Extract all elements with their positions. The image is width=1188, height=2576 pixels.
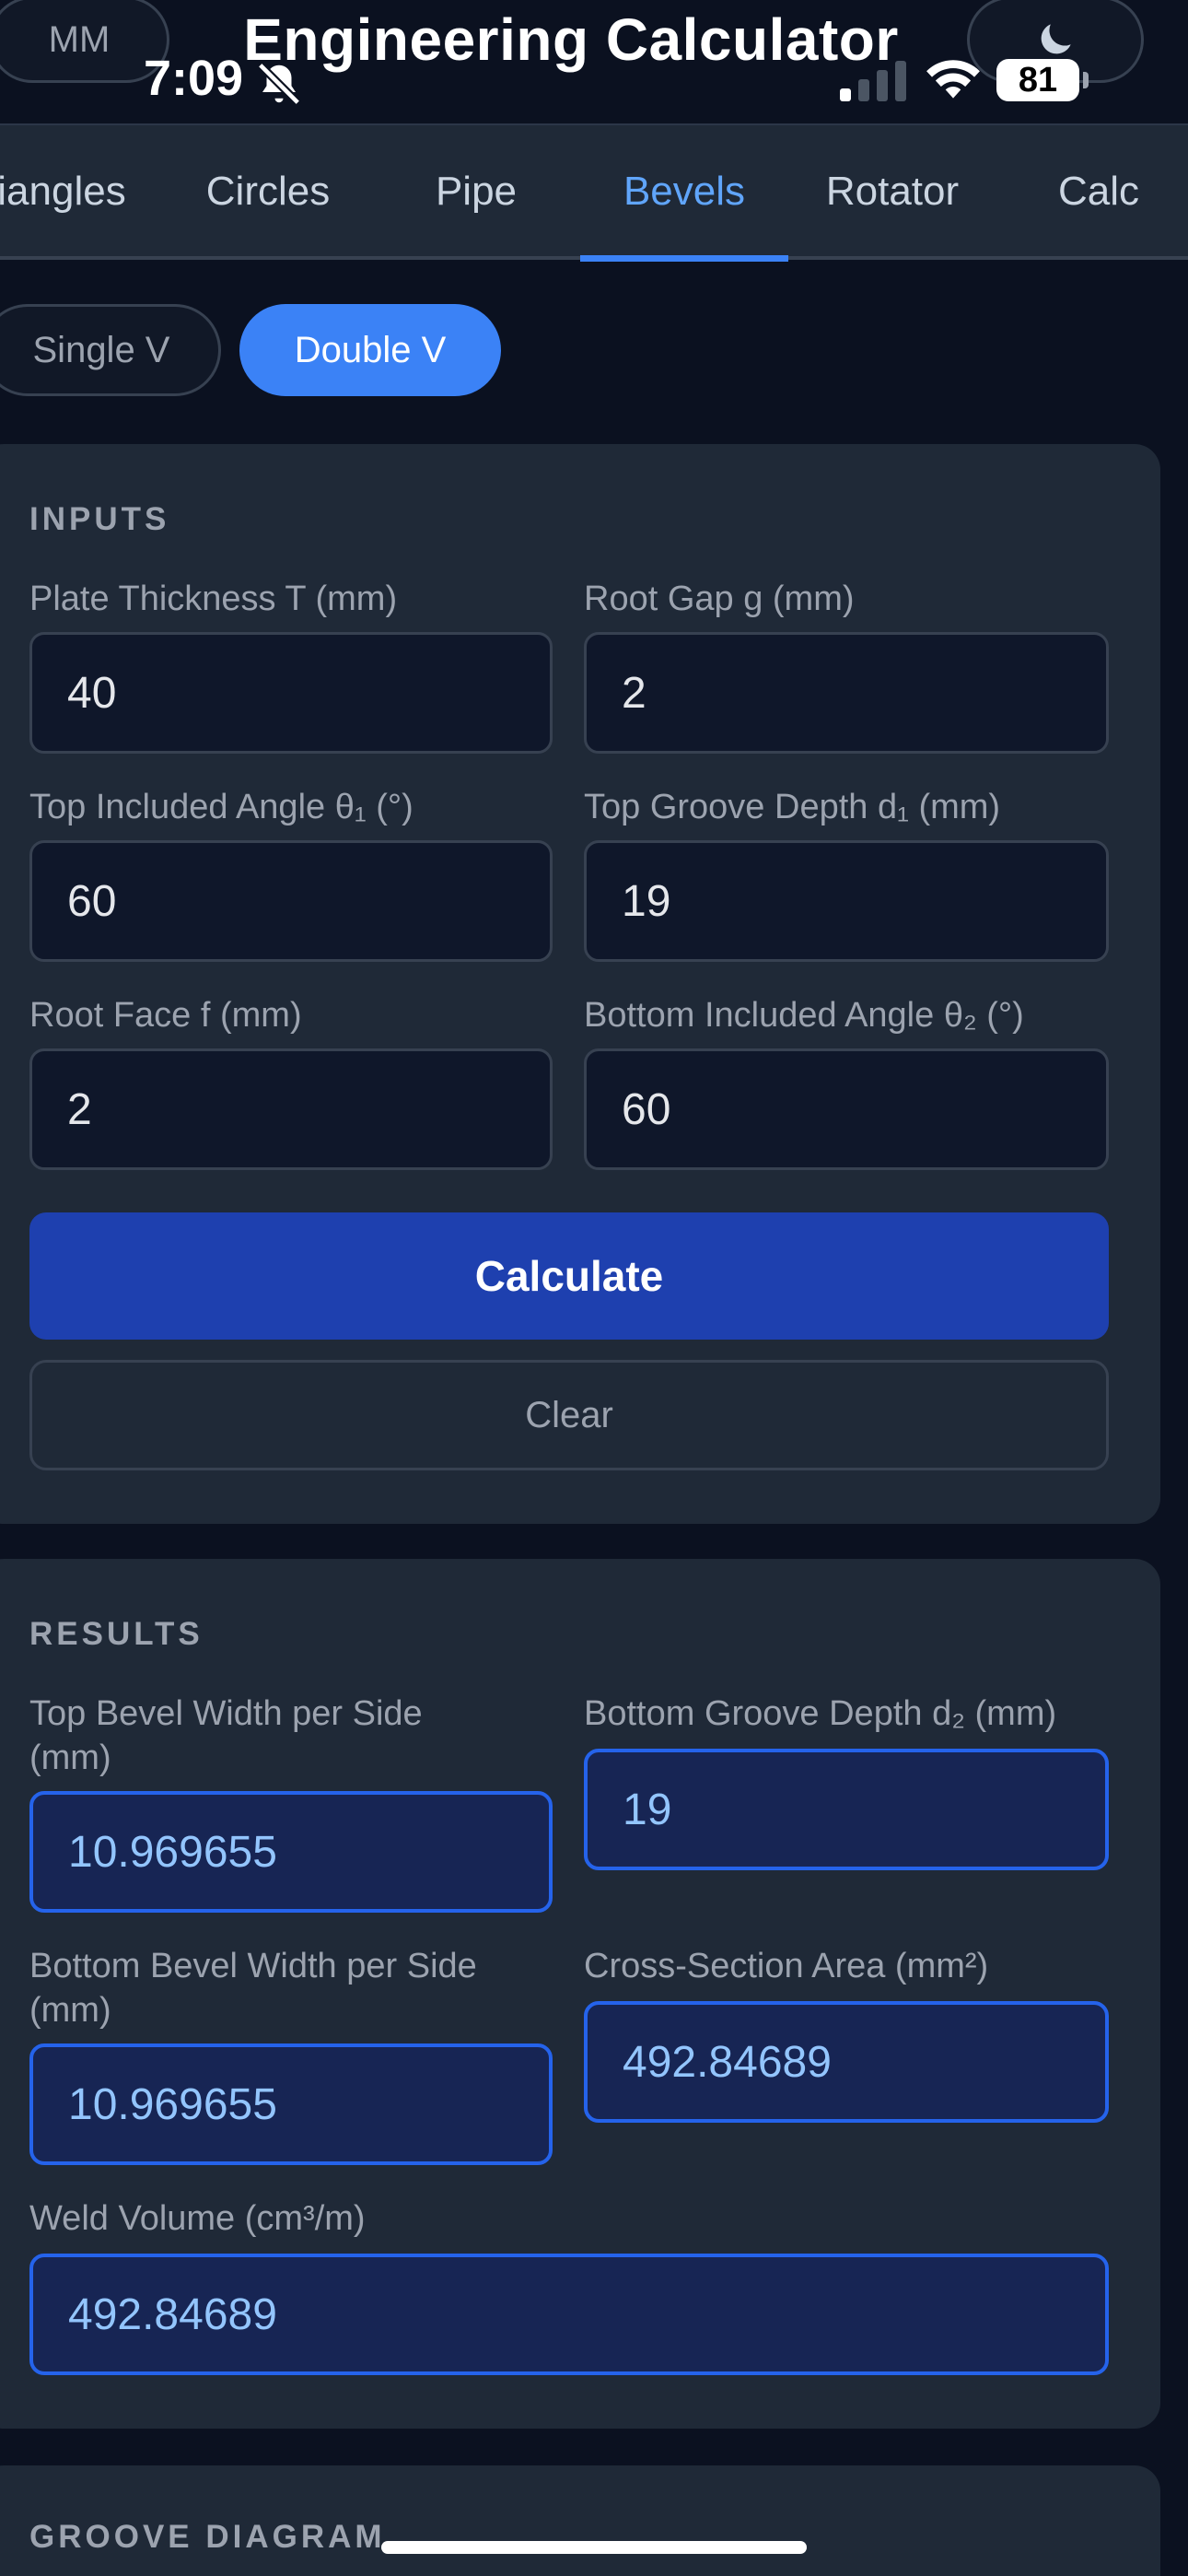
battery-indicator: 81 (996, 59, 1079, 101)
top-bevel-width-label-line1: Top Bevel Width per Side (29, 1694, 423, 1733)
tab-rotator[interactable]: Rotator (788, 125, 996, 258)
top-angle-input[interactable]: 60 (29, 840, 553, 962)
battery-nub (1083, 72, 1089, 88)
bell-muted-icon (257, 62, 301, 106)
bottom-bevel-width-label-line1: Bottom Bevel Width per Side (29, 1947, 477, 1985)
calculate-button[interactable]: Calculate (29, 1212, 1109, 1340)
root-face-label: Root Face f (mm) (29, 996, 302, 1035)
root-face-input[interactable]: 2 (29, 1048, 553, 1170)
cellular-signal-icon (840, 61, 906, 101)
bottom-angle-label: Bottom Included Angle θ₂ (°) (584, 996, 1024, 1035)
bottom-depth-label: Bottom Groove Depth d₂ (mm) (584, 1694, 1057, 1733)
top-depth-input[interactable]: 19 (584, 840, 1109, 962)
bottom-depth-output: 19 (584, 1749, 1109, 1870)
bottom-angle-input[interactable]: 60 (584, 1048, 1109, 1170)
inputs-card: INPUTS Plate Thickness T (mm) 40 Root Ga… (0, 444, 1160, 1524)
tab-pipe[interactable]: Pipe (372, 125, 580, 258)
moon-icon (1041, 24, 1071, 54)
cross-section-area-output: 492.84689 (584, 2001, 1109, 2123)
weld-volume-label: Weld Volume (cm³/m) (29, 2199, 366, 2238)
tab-circles[interactable]: Circles (164, 125, 372, 258)
root-gap-input[interactable]: 2 (584, 632, 1109, 754)
bottom-bevel-width-output: 10.969655 (29, 2043, 553, 2165)
bottom-bevel-width-label: Bottom Bevel Width per Side (mm) (29, 1944, 477, 2032)
status-time: 7:09 (144, 51, 244, 106)
root-gap-label: Root Gap g (mm) (584, 580, 855, 618)
double-v-button[interactable]: Double V (239, 304, 501, 396)
inputs-section-title: INPUTS (29, 501, 170, 537)
top-bevel-width-label-line2: (mm) (29, 1739, 111, 1777)
weld-volume-output: 492.84689 (29, 2254, 1109, 2375)
tab-bevels[interactable]: Bevels (580, 125, 788, 262)
calculator-tabs: iangles Circles Pipe Bevels Rotator Calc (0, 123, 1188, 262)
top-depth-label: Top Groove Depth d₁ (mm) (584, 788, 1001, 826)
wifi-icon (926, 60, 980, 99)
top-bevel-width-label: Top Bevel Width per Side (mm) (29, 1692, 423, 1780)
top-bevel-width-output: 10.969655 (29, 1791, 553, 1913)
plate-thickness-input[interactable]: 40 (29, 632, 553, 754)
groove-diagram-card: GROOVE DIAGRAM (0, 2465, 1160, 2576)
results-card: RESULTS Top Bevel Width per Side (mm) 10… (0, 1559, 1160, 2429)
app-screen: MM Engineering Calculator 7:09 81 iangle… (0, 0, 1188, 2576)
app-header: MM Engineering Calculator 7:09 81 (0, 0, 1188, 123)
top-angle-label: Top Included Angle θ₁ (°) (29, 788, 413, 826)
single-v-button[interactable]: Single V (0, 304, 221, 396)
tab-calc[interactable]: Calc (995, 125, 1188, 258)
results-section-title: RESULTS (29, 1616, 204, 1652)
plate-thickness-label: Plate Thickness T (mm) (29, 580, 398, 618)
cross-section-area-label: Cross-Section Area (mm²) (584, 1947, 989, 1985)
tab-triangles[interactable]: iangles (0, 125, 166, 258)
bottom-bevel-width-label-line2: (mm) (29, 1991, 111, 2030)
clear-button[interactable]: Clear (29, 1360, 1109, 1470)
groove-diagram-title: GROOVE DIAGRAM (29, 2519, 386, 2555)
home-indicator[interactable] (381, 2541, 807, 2554)
